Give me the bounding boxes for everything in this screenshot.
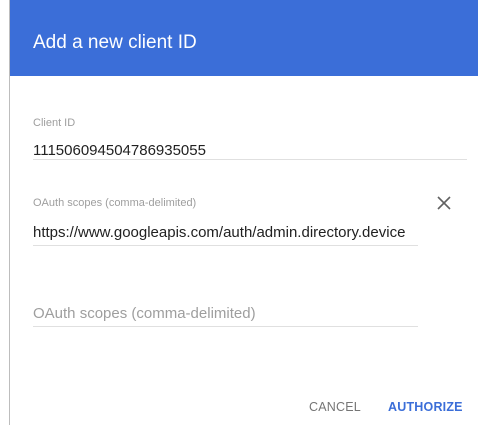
remove-scope-button[interactable] (433, 192, 455, 214)
scope-2-underline (33, 326, 418, 327)
scope-2-input[interactable] (33, 302, 418, 324)
cancel-button[interactable]: CANCEL (309, 400, 361, 414)
close-icon (437, 196, 451, 210)
dialog-header: Add a new client ID (10, 0, 478, 76)
add-client-id-dialog: Add a new client ID Client ID OAuth scop… (9, 0, 478, 425)
client-id-input[interactable] (33, 139, 466, 161)
scope-1-input[interactable] (33, 221, 418, 243)
client-id-label: Client ID (33, 117, 76, 129)
scope-1-label: OAuth scopes (comma-delimited) (33, 197, 197, 209)
authorize-button[interactable]: AUTHORIZE (388, 400, 463, 414)
dialog-title: Add a new client ID (33, 32, 197, 53)
scope-1-underline (33, 245, 418, 246)
client-id-underline (33, 159, 467, 160)
